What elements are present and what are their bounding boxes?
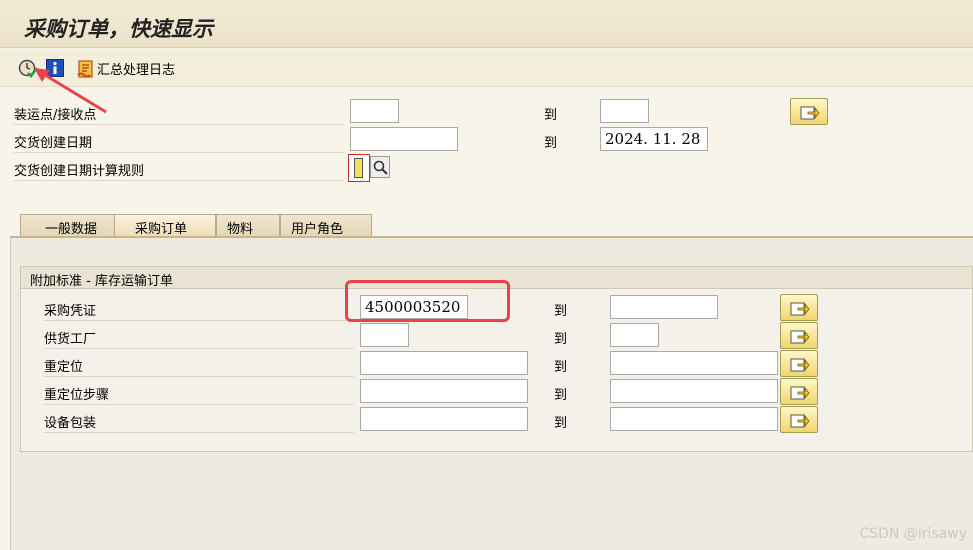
date-rule-label: 交货创建日期计算规则 <box>14 164 145 179</box>
relocation-label: 重定位 <box>44 360 84 375</box>
supplying-plant-to-input[interactable] <box>610 323 659 347</box>
relocation-multiselect-button[interactable] <box>780 350 818 377</box>
shipping-point-multiselect-button[interactable] <box>790 98 828 125</box>
purchasing-document-to-label: 到 <box>554 304 568 319</box>
date-rule-input[interactable] <box>348 154 370 182</box>
search-icon <box>373 160 388 175</box>
shipping-point-from-input[interactable] <box>350 99 399 123</box>
equipment-packaging-from-input[interactable] <box>360 407 528 431</box>
relocation-step-from-input[interactable] <box>360 379 528 403</box>
tab-purchase-order[interactable]: 采购订单 <box>114 214 216 238</box>
supplying-plant-multiselect-button[interactable] <box>780 322 818 349</box>
purchasing-document-from-input[interactable]: 4500003520 <box>360 295 468 319</box>
delivery-date-to-input[interactable]: 2024. 11. 28 <box>600 127 708 151</box>
purchasing-document-label: 采购凭证 <box>44 304 97 319</box>
purchasing-document-multiselect-button[interactable] <box>780 294 818 321</box>
delivery-date-label: 交货创建日期 <box>14 136 93 151</box>
group-title: 附加标准 - 库存运输订单 <box>21 267 972 289</box>
multiple-selection-icon <box>790 330 810 344</box>
supplying-plant-label: 供货工厂 <box>44 332 97 347</box>
purchasing-document-to-input[interactable] <box>610 295 718 319</box>
equipment-packaging-to-label: 到 <box>554 416 568 431</box>
supplying-plant-to-label: 到 <box>554 332 568 347</box>
multiple-selection-icon <box>790 302 810 316</box>
relocation-to-input[interactable] <box>610 351 778 375</box>
equipment-packaging-to-input[interactable] <box>610 407 778 431</box>
relocation-step-to-input[interactable] <box>610 379 778 403</box>
supplying-plant-from-input[interactable] <box>360 323 409 347</box>
relocation-from-input[interactable] <box>360 351 528 375</box>
relocation-to-label: 到 <box>554 360 568 375</box>
text-cursor <box>354 158 363 178</box>
tab-material[interactable]: 物料 <box>216 214 280 238</box>
multiple-selection-icon <box>790 386 810 400</box>
watermark: CSDN @irisawy <box>859 526 967 542</box>
shipping-point-label: 装运点/接收点 <box>14 108 97 123</box>
page-title: 采购订单，快速显示 <box>24 16 213 41</box>
equipment-packaging-multiselect-button[interactable] <box>780 406 818 433</box>
multiple-selection-icon <box>790 414 810 428</box>
shipping-point-to-input[interactable] <box>600 99 649 123</box>
equipment-packaging-label: 设备包装 <box>44 416 97 431</box>
relocation-step-to-label: 到 <box>554 388 568 403</box>
delivery-date-to-label: 到 <box>544 136 558 151</box>
shipping-point-to-label: 到 <box>544 108 558 123</box>
value-help-button[interactable] <box>370 156 390 178</box>
tab-user-role[interactable]: 用户角色 <box>280 214 372 238</box>
delivery-date-from-input[interactable] <box>350 127 458 151</box>
multiple-selection-icon <box>800 106 820 120</box>
tab-general-data[interactable]: 一般数据 <box>20 214 122 238</box>
application-toolbar: 汇总处理日志 <box>0 49 973 87</box>
tab-strip: 一般数据 采购订单 物料 用户角色 <box>0 208 973 238</box>
relocation-step-label: 重定位步骤 <box>44 388 110 403</box>
multiple-selection-icon <box>790 358 810 372</box>
title-bar: 采购订单，快速显示 <box>0 0 973 48</box>
relocation-step-multiselect-button[interactable] <box>780 378 818 405</box>
